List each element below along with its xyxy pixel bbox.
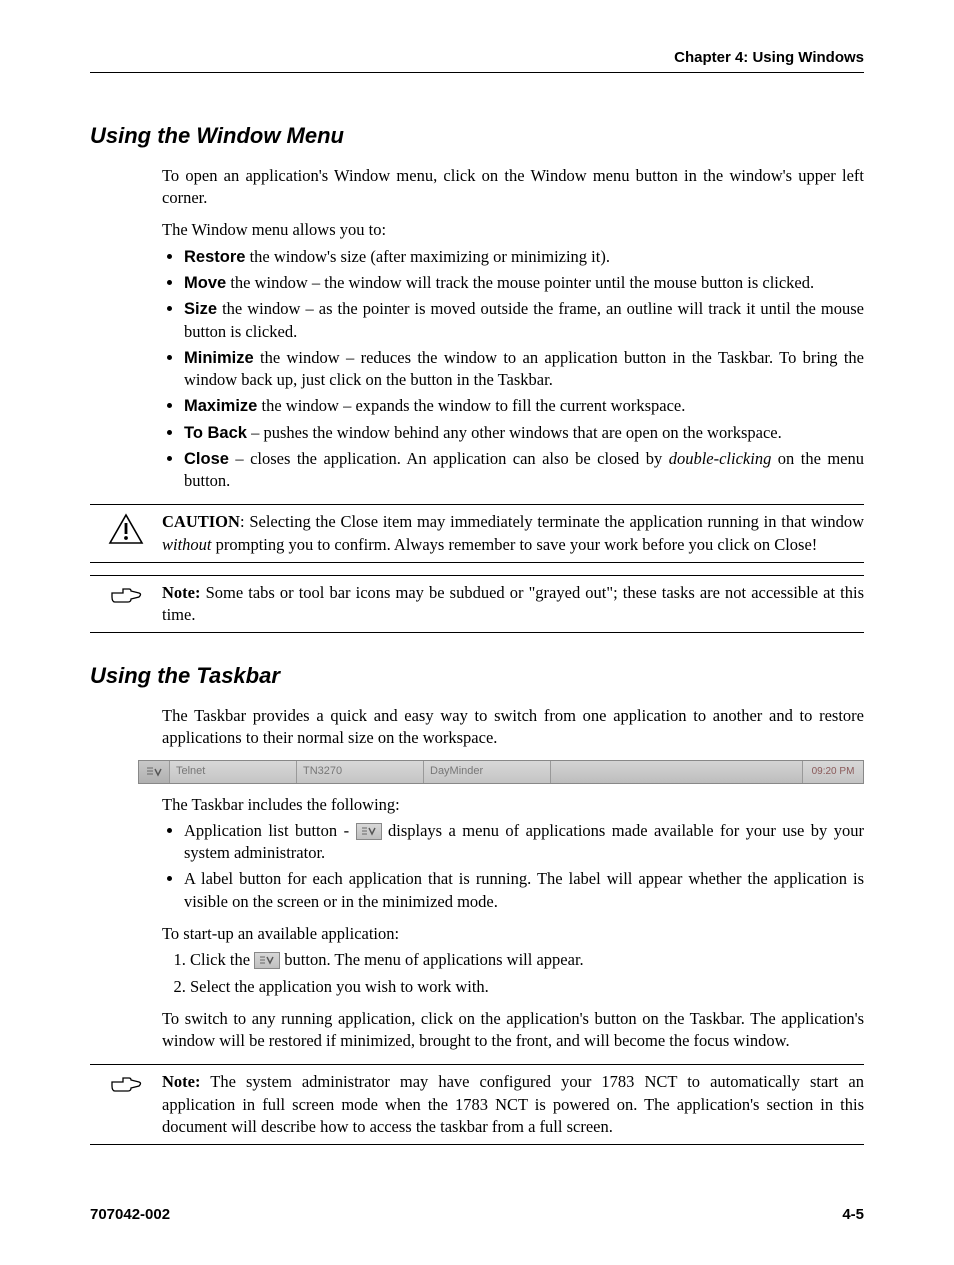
startup-steps: Click the button. The menu of applicatio… xyxy=(162,949,864,998)
note-text: The system administrator may have config… xyxy=(162,1072,864,1136)
paragraph: The Taskbar includes the following: xyxy=(162,794,864,816)
list-item: To Back – pushes the window behind any o… xyxy=(184,422,864,444)
item-label: Maximize xyxy=(184,397,257,415)
paragraph: The Window menu allows you to: xyxy=(162,219,864,241)
list-item: Move the window – the window will track … xyxy=(184,272,864,294)
item-label: Close xyxy=(184,450,229,468)
taskbar-includes-list: Application list button - displays a men… xyxy=(162,820,864,913)
list-item: Select the application you wish to work … xyxy=(190,976,864,998)
list-item: Minimize the window – reduces the window… xyxy=(184,347,864,392)
item-label: Move xyxy=(184,274,226,292)
list-item: Click the button. The menu of applicatio… xyxy=(190,949,864,971)
caution-callout: CAUTION: Selecting the Close item may im… xyxy=(90,504,864,563)
caution-text: prompting you to confirm. Always remembe… xyxy=(212,535,818,554)
item-label: Size xyxy=(184,300,217,318)
item-label: Minimize xyxy=(184,349,254,367)
item-text-em: double-clicking xyxy=(669,449,772,468)
chapter-header: Chapter 4: Using Windows xyxy=(90,48,864,73)
footer-pagenum: 4-5 xyxy=(842,1205,864,1225)
app-list-icon xyxy=(360,826,378,837)
list-item: Close – closes the application. An appli… xyxy=(184,448,864,493)
window-menu-list: Restore the window's size (after maximiz… xyxy=(162,246,864,493)
item-text: the window – the window will track the m… xyxy=(226,273,814,292)
note-text: Some tabs or tool bar icons may be subdu… xyxy=(162,583,864,624)
item-text: the window – as the pointer is moved out… xyxy=(184,299,864,340)
note-label: Note: xyxy=(162,583,200,602)
pointing-hand-icon xyxy=(109,1073,143,1095)
list-item: Restore the window's size (after maximiz… xyxy=(184,246,864,268)
item-label: Restore xyxy=(184,248,245,266)
paragraph: The Taskbar provides a quick and easy wa… xyxy=(162,705,864,750)
note-callout: Note: The system administrator may have … xyxy=(90,1064,864,1145)
list-item: Application list button - displays a men… xyxy=(184,820,864,865)
list-item: A label button for each application that… xyxy=(184,868,864,913)
app-list-button-inline xyxy=(254,952,280,969)
note-label: Note: xyxy=(162,1072,200,1091)
taskbar-spacer xyxy=(551,761,802,783)
item-text: the window – reduces the window to an ap… xyxy=(184,348,864,389)
caution-text: : Selecting the Close item may immediate… xyxy=(240,512,864,531)
note-callout: Note: Some tabs or tool bar icons may be… xyxy=(90,575,864,634)
item-label: To Back xyxy=(184,424,247,442)
warning-icon xyxy=(108,513,144,545)
paragraph: To switch to any running application, cl… xyxy=(162,1008,864,1053)
item-text: Application list button - xyxy=(184,821,356,840)
list-item: Size the window – as the pointer is move… xyxy=(184,298,864,343)
paragraph: To start-up an available application: xyxy=(162,923,864,945)
caution-label: CAUTION xyxy=(162,512,240,531)
item-text: the window's size (after maximizing or m… xyxy=(245,247,610,266)
step-text: button. The menu of applications will ap… xyxy=(280,950,584,969)
list-item: Maximize the window – expands the window… xyxy=(184,395,864,417)
item-text: – closes the application. An application… xyxy=(229,449,669,468)
app-list-icon xyxy=(145,766,163,778)
app-list-icon xyxy=(258,955,276,966)
caution-text-em: without xyxy=(162,535,212,554)
section-heading-taskbar: Using the Taskbar xyxy=(90,661,864,691)
taskbar-app-button[interactable]: DayMinder xyxy=(424,761,551,783)
taskbar-app-button[interactable]: TN3270 xyxy=(297,761,424,783)
section-heading-window-menu: Using the Window Menu xyxy=(90,121,864,151)
pointing-hand-icon xyxy=(109,584,143,606)
taskbar-app-button[interactable]: Telnet xyxy=(170,761,297,783)
page-footer: 707042-002 4-5 xyxy=(90,1205,864,1225)
footer-docnum: 707042-002 xyxy=(90,1205,170,1225)
taskbar-clock: 09:20 PM xyxy=(802,761,863,783)
app-list-button-inline xyxy=(356,823,382,840)
step-text: Click the xyxy=(190,950,254,969)
app-list-button[interactable] xyxy=(139,761,170,783)
paragraph: To open an application's Window menu, cl… xyxy=(162,165,864,210)
item-text: – pushes the window behind any other win… xyxy=(247,423,782,442)
item-text: the window – expands the window to fill … xyxy=(257,396,685,415)
taskbar-figure: Telnet TN3270 DayMinder 09:20 PM xyxy=(138,760,864,784)
